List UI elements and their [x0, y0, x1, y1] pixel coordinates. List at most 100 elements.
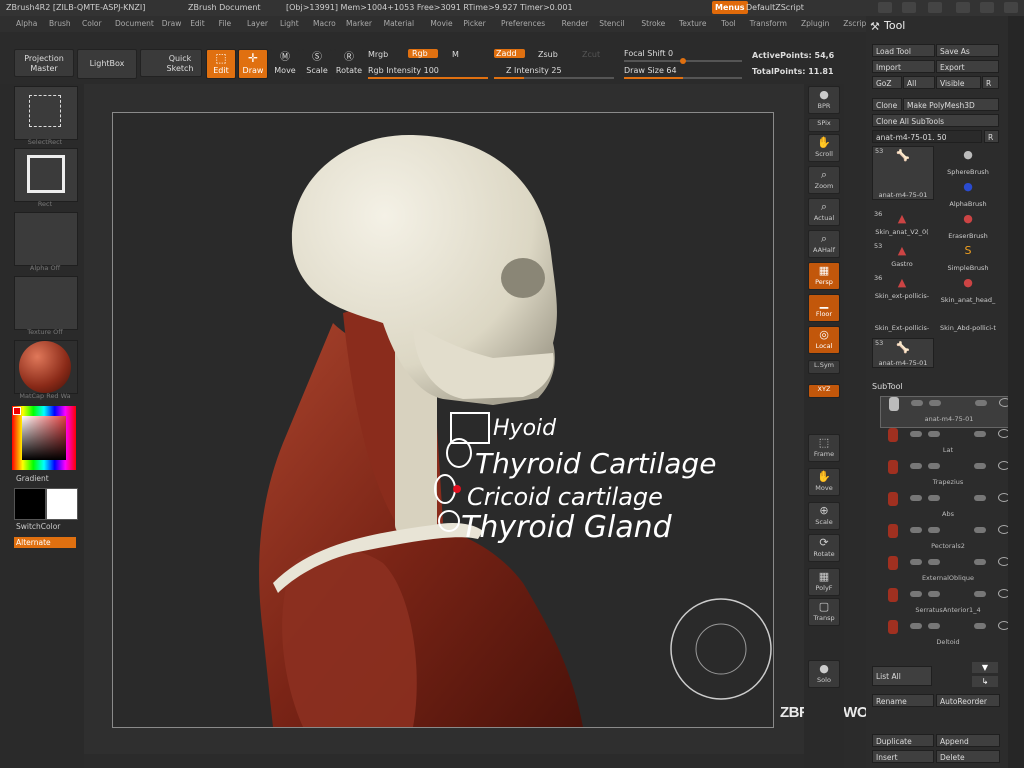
subtool-toggle[interactable] — [910, 431, 922, 437]
subtool-toggle[interactable] — [928, 495, 940, 501]
subtool-row[interactable]: Deltoid — [880, 620, 1016, 650]
current-tool-slider[interactable]: anat-m4-75-01. 50 — [872, 130, 982, 143]
tool-thumb-3[interactable]: ▲ 36 Skin_anat_V2_0( — [872, 210, 932, 236]
aahalf-button[interactable]: ⌕ AAHalf — [808, 230, 840, 258]
subtool-row[interactable]: Abs — [880, 492, 1016, 522]
menu-marker[interactable]: Marker — [346, 16, 372, 32]
tool-thumb-4[interactable]: ● EraserBrush — [936, 210, 1000, 240]
tool-thumb-8[interactable]: ● Skin_anat_head_ — [936, 274, 1000, 304]
subtool-toggle[interactable] — [910, 559, 922, 565]
menu-transform[interactable]: Transform — [750, 16, 787, 32]
menu-zplugin[interactable]: Zplugin — [801, 16, 829, 32]
main-color-swatch[interactable] — [14, 488, 46, 520]
focal-shift-knob[interactable] — [680, 58, 686, 64]
subtool-toggle[interactable] — [974, 559, 986, 565]
menu-draw[interactable]: Draw — [162, 16, 182, 32]
help-icon[interactable] — [878, 2, 892, 13]
all-button[interactable]: All — [903, 76, 935, 89]
visible-button[interactable]: Visible — [936, 76, 981, 89]
subtool-header[interactable]: SubTool — [872, 382, 903, 391]
persp-button[interactable]: ▦ Persp — [808, 262, 840, 290]
clone-button[interactable]: Clone — [872, 98, 902, 111]
anatomy-model-viewport[interactable]: Hyoid Thyroid Cartilage Cricoid cartilag… — [113, 113, 773, 727]
rgb-toggle[interactable]: Rgb — [408, 49, 438, 58]
subtool-toggle[interactable] — [910, 591, 922, 597]
subtool-toggle[interactable] — [910, 623, 922, 629]
zoom-button[interactable]: ⌕ Zoom — [808, 166, 840, 194]
rotate-button[interactable]: ⟳ Rotate — [808, 534, 840, 562]
move-down-icon[interactable]: ▼ — [972, 662, 998, 673]
subtool-toggle[interactable] — [928, 591, 940, 597]
menu-brush[interactable]: Brush — [49, 16, 71, 32]
mrgb-toggle[interactable]: Mrgb — [368, 50, 388, 59]
minimize-icon[interactable] — [902, 2, 916, 13]
subtool-toggle[interactable] — [910, 527, 922, 533]
xyz-button[interactable]: ✶XYZ — [808, 384, 840, 398]
subtool-toggle[interactable] — [928, 623, 940, 629]
lsym-button[interactable]: ↔L.Sym — [808, 360, 840, 374]
subtool-row[interactable]: ExternalOblique — [880, 556, 1016, 586]
tool-thumb-0[interactable]: 🦴 53 anat-m4-75-01 — [872, 146, 934, 200]
tool-palette-title[interactable]: Tool — [884, 19, 905, 32]
tool-palette-scrollbar[interactable] — [1008, 16, 1024, 768]
insert-button[interactable]: Insert — [872, 750, 934, 763]
alpha-thumb[interactable] — [14, 212, 78, 266]
lock-icon[interactable] — [928, 2, 942, 13]
menu-texture[interactable]: Texture — [679, 16, 706, 32]
subtool-toggle[interactable] — [910, 495, 922, 501]
subtool-toggle[interactable] — [975, 400, 987, 406]
material-thumb[interactable] — [14, 340, 78, 394]
move-button[interactable]: Ⓜ Move — [270, 49, 300, 79]
canvas-area[interactable]: Hyoid Thyroid Cartilage Cricoid cartilag… — [84, 84, 939, 754]
menu-stencil[interactable]: Stencil — [599, 16, 624, 32]
import-button[interactable]: Import — [872, 60, 935, 73]
subtool-row[interactable]: Lat — [880, 428, 1016, 458]
r-button[interactable]: R — [982, 76, 999, 89]
menu-layer[interactable]: Layer — [247, 16, 268, 32]
menu-tool[interactable]: Tool — [721, 16, 736, 32]
zscript-label[interactable]: DefaultZScript — [746, 1, 804, 15]
subtool-toggle[interactable] — [974, 495, 986, 501]
bpr-button[interactable]: ● BPR — [808, 86, 840, 114]
menu-file[interactable]: File — [219, 16, 232, 32]
gradient-label[interactable]: Gradient — [16, 474, 49, 483]
zcut-toggle[interactable]: Zcut — [582, 50, 600, 59]
menu-edit[interactable]: Edit — [190, 16, 205, 32]
subtool-toggle[interactable] — [928, 527, 940, 533]
quick-sketch-button[interactable]: Quick Sketch — [140, 49, 202, 77]
projection-master-button[interactable]: Projection Master — [14, 49, 74, 77]
close-icon[interactable] — [1004, 2, 1018, 13]
color-picker-hue[interactable] — [12, 406, 76, 470]
subtool-toggle[interactable] — [974, 431, 986, 437]
subtool-row[interactable]: Pectorals2 — [880, 524, 1016, 554]
subtool-toggle[interactable] — [929, 400, 941, 406]
tool-thumb-9[interactable]: Skin_Ext-pollicis- — [872, 306, 932, 332]
lightbox-button[interactable]: LightBox — [77, 49, 137, 79]
current-tool-reset[interactable]: R — [984, 130, 999, 143]
actual-button[interactable]: ⌕ Actual — [808, 198, 840, 226]
subtool-toggle[interactable] — [910, 463, 922, 469]
alternate-button[interactable]: Alternate — [14, 537, 76, 548]
subtool-row[interactable]: Trapezius — [880, 460, 1016, 490]
append-button[interactable]: Append — [936, 734, 1000, 747]
menu-picker[interactable]: Picker — [463, 16, 485, 32]
collapse-icon[interactable] — [956, 2, 970, 13]
local-button[interactable]: ◎ Local — [808, 326, 840, 354]
menu-document[interactable]: Document — [115, 16, 154, 32]
switchcolor-button[interactable]: SwitchColor — [16, 522, 60, 531]
subtool-row[interactable]: anat-m4-75-01 — [880, 396, 1018, 428]
subtool-toggle[interactable] — [928, 431, 940, 437]
subtool-toggle[interactable] — [974, 463, 986, 469]
menu-light[interactable]: Light — [280, 16, 299, 32]
menu-alpha[interactable]: Alpha — [16, 16, 37, 32]
tool-thumb-6[interactable]: S SimpleBrush — [936, 242, 1000, 272]
solo-button[interactable]: ● Solo — [808, 660, 840, 688]
polyf-button[interactable]: ▦ PolyF — [808, 568, 840, 596]
save-as-button[interactable]: Save As — [936, 44, 999, 57]
menu-color[interactable]: Color — [82, 16, 102, 32]
make-polymesh-button[interactable]: Make PolyMesh3D — [903, 98, 999, 111]
transp-button[interactable]: ▢ Transp — [808, 598, 840, 626]
menu-render[interactable]: Render — [562, 16, 589, 32]
rename-button[interactable]: Rename — [872, 694, 934, 707]
subtool-toggle[interactable] — [928, 559, 940, 565]
